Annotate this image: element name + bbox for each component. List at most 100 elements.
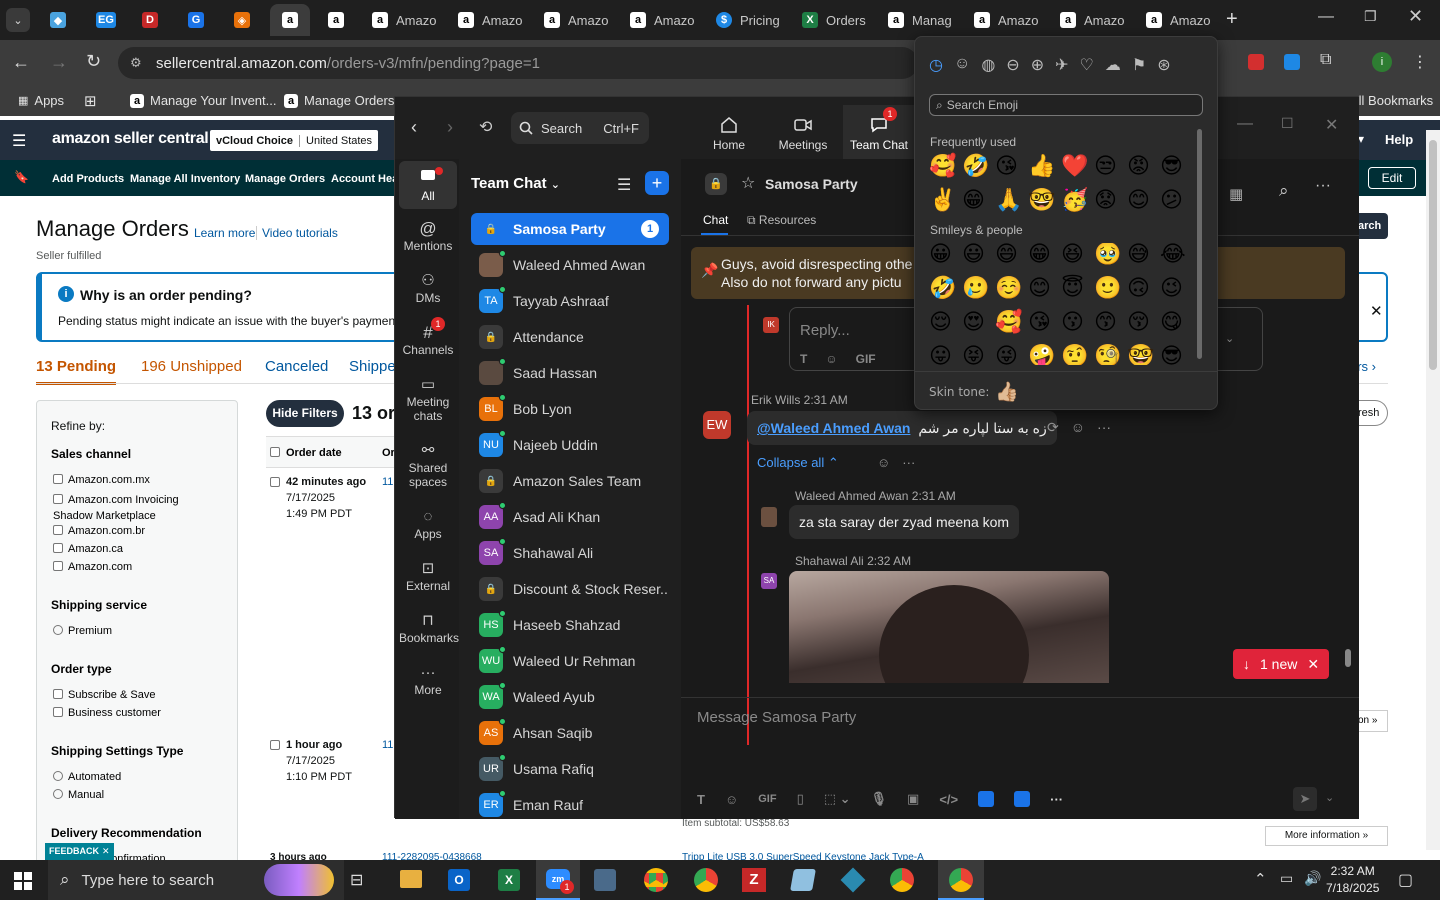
more-information-button[interactable]: More information » bbox=[1265, 826, 1388, 846]
chat-list-title[interactable]: Team Chat ⌄ bbox=[471, 175, 560, 192]
tab-3[interactable]: a Amazo bbox=[620, 4, 700, 36]
tab-canceled[interactable]: Canceled bbox=[265, 358, 328, 375]
hamburger-menu-icon[interactable]: ☰ bbox=[12, 131, 26, 151]
checkbox[interactable] bbox=[53, 561, 63, 571]
notifications-icon[interactable]: ▢ bbox=[1398, 870, 1413, 890]
star-icon[interactable]: ☆ bbox=[741, 173, 755, 193]
account-switcher[interactable]: vCloud Choice United States bbox=[210, 130, 379, 151]
chat-list-item[interactable]: 🔒 Amazon Sales Team bbox=[471, 465, 669, 497]
emoji-search-input[interactable]: ⌕ Search Emoji bbox=[929, 94, 1203, 116]
restore-icon[interactable]: ❐ bbox=[1364, 8, 1377, 25]
emoji-button[interactable]: 😛 bbox=[929, 345, 962, 366]
skin-tone-selector[interactable]: 👍🏼 bbox=[995, 380, 1019, 403]
checkbox[interactable] bbox=[53, 525, 63, 535]
emoji-button[interactable]: ☺️ bbox=[995, 277, 1028, 301]
filter-option[interactable]: Amazon.ca bbox=[53, 543, 123, 555]
page-scrollbar[interactable] bbox=[1426, 130, 1440, 850]
emoji-button[interactable]: 😟 bbox=[1094, 189, 1127, 213]
author-name[interactable]: Shahawal Ali bbox=[795, 554, 864, 568]
emoji-button[interactable]: 😀 bbox=[929, 243, 962, 267]
app-icon[interactable] bbox=[1014, 791, 1031, 807]
action-button[interactable]: on » bbox=[1358, 710, 1388, 732]
chat-list-item[interactable]: 🔒 Samosa Party 1 bbox=[471, 213, 669, 245]
emoji-button[interactable]: 😄 bbox=[995, 243, 1028, 267]
reload-icon[interactable]: ↻ bbox=[86, 51, 101, 72]
order-id-link[interactable]: 11 bbox=[382, 474, 393, 490]
close-window-icon[interactable]: ✕ bbox=[1325, 115, 1338, 135]
filter-option[interactable]: Amazon.com Invoicing Shadow Marketplace bbox=[53, 492, 203, 524]
filter-option[interactable]: Subscribe & Save bbox=[53, 689, 155, 701]
chevron-down-icon[interactable]: ⌄ bbox=[1325, 791, 1334, 804]
chat-list-item[interactable]: Waleed Ahmed Awan bbox=[471, 249, 669, 281]
nav-meetings[interactable]: Meetings bbox=[775, 115, 831, 152]
emoji-button[interactable]: 😜 bbox=[995, 345, 1028, 366]
emoji-button[interactable]: 🙂 bbox=[1094, 277, 1127, 301]
gif-icon[interactable]: GIF bbox=[856, 352, 876, 366]
scrollbar-thumb[interactable] bbox=[1429, 140, 1437, 370]
emoji-button[interactable]: 😘 bbox=[995, 155, 1028, 179]
chat-list-item[interactable]: 🔒 Discount & Stock Reser... bbox=[471, 573, 669, 605]
clock[interactable]: 2:32 AM 7/18/2025 bbox=[1326, 863, 1379, 897]
excel-icon[interactable]: X bbox=[498, 869, 520, 891]
radio[interactable] bbox=[53, 789, 63, 799]
checkbox[interactable] bbox=[53, 689, 63, 699]
emoji-button[interactable]: 😅 bbox=[1127, 243, 1160, 267]
close-window-icon[interactable]: ✕ bbox=[1408, 6, 1423, 27]
nav-add-products[interactable]: Add Products bbox=[52, 173, 124, 185]
nav-account-health[interactable]: Account Heal bbox=[331, 173, 401, 185]
bookmark-nav-icon[interactable]: 🔖 bbox=[14, 170, 29, 184]
chat-list-item[interactable]: 🔒 Attendance bbox=[471, 321, 669, 353]
emoji-button[interactable]: 😕 bbox=[1160, 189, 1193, 213]
file-icon[interactable]: ▯ bbox=[797, 791, 804, 807]
back-icon[interactable]: ‹ bbox=[411, 117, 417, 138]
nav-manage-orders[interactable]: Manage Orders bbox=[245, 173, 325, 185]
filter-option[interactable]: Amazon.com.br bbox=[53, 525, 145, 537]
tab-pending[interactable]: 13 Pending bbox=[36, 358, 117, 385]
filter-option[interactable]: Amazon.com bbox=[53, 561, 132, 573]
edit-nav-button[interactable]: Edit bbox=[1368, 167, 1416, 189]
tab-5[interactable]: X Orders bbox=[792, 4, 872, 36]
tab-resources[interactable]: ⧉ Resources bbox=[747, 213, 816, 228]
order-id-link[interactable]: 11 bbox=[382, 737, 393, 753]
tab-2[interactable]: a Amazo bbox=[534, 4, 614, 36]
checkbox[interactable] bbox=[53, 494, 63, 504]
image-attachment[interactable] bbox=[789, 571, 1109, 683]
app-icon[interactable] bbox=[840, 867, 866, 893]
pinned-tab-2[interactable]: EG bbox=[96, 4, 122, 36]
extension-pdf-icon[interactable] bbox=[1248, 54, 1264, 70]
pinned-tab-amazon-active[interactable]: a bbox=[270, 4, 310, 36]
forward-icon[interactable]: → bbox=[50, 52, 68, 73]
bookmark-manage-inventory[interactable]: a Manage Your Invent... bbox=[130, 93, 276, 108]
tab-9[interactable]: a Amazo bbox=[1136, 4, 1216, 36]
tab-7[interactable]: a Amazo bbox=[964, 4, 1044, 36]
emoji-button[interactable]: 😚 bbox=[1127, 311, 1160, 335]
nav-manage-inventory[interactable]: Manage All Inventory bbox=[130, 173, 240, 185]
emoji-button[interactable]: 😌 bbox=[929, 311, 962, 335]
emoji-icon[interactable]: ☺ bbox=[725, 792, 738, 807]
rail-meeting-chats[interactable]: ▭ Meeting chats bbox=[399, 375, 457, 423]
avatar[interactable]: SA bbox=[761, 573, 777, 589]
chat-list-item[interactable]: AS Ahsan Saqib bbox=[471, 717, 669, 749]
emoji-icon[interactable]: ☺ bbox=[825, 352, 837, 366]
chat-list-item[interactable]: SA Shahawal Ali bbox=[471, 537, 669, 569]
address-bar[interactable]: ⚙ sellercentral.amazon.com/orders-v3/mfn… bbox=[118, 47, 918, 79]
emoji-button[interactable]: ✌️ bbox=[929, 189, 962, 213]
pinned-tab-1[interactable]: ◆ bbox=[50, 4, 70, 36]
help-link[interactable]: Help bbox=[1385, 132, 1413, 147]
filter-option[interactable]: Business customer bbox=[53, 707, 161, 719]
text-format-icon[interactable]: T bbox=[697, 792, 705, 807]
tab-6[interactable]: a Manag bbox=[878, 4, 958, 36]
checkbox[interactable] bbox=[53, 707, 63, 717]
activity-category-icon[interactable]: ⊕ bbox=[1031, 55, 1044, 75]
emoji-button[interactable]: 🤓 bbox=[1028, 189, 1061, 213]
file-explorer-icon[interactable] bbox=[400, 870, 422, 888]
emoji-button[interactable]: 🤨 bbox=[1061, 345, 1094, 366]
chrome-icon[interactable] bbox=[644, 868, 668, 892]
calculator-icon[interactable] bbox=[594, 869, 616, 891]
collapse-all-button[interactable]: Collapse all ⌃ bbox=[757, 455, 839, 471]
tab-shipped[interactable]: Shippe bbox=[349, 358, 396, 375]
emoji-button[interactable]: 😎 bbox=[1160, 155, 1193, 179]
avatar[interactable] bbox=[761, 507, 777, 527]
browser-menu-icon[interactable]: ⋮ bbox=[1412, 52, 1428, 72]
product-title-link[interactable]: Tripp Lite USB 3.0 SuperSpeed Keystone J… bbox=[682, 852, 1182, 860]
